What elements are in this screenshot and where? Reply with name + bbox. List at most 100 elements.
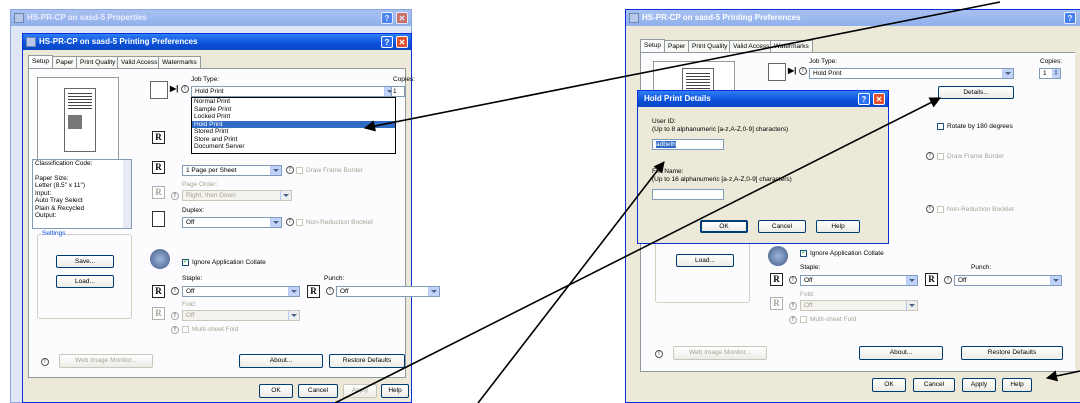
info-icon: ! xyxy=(789,302,797,310)
page-order-select[interactable]: Right, then Down xyxy=(182,190,292,201)
chevron-down-icon[interactable] xyxy=(288,287,299,296)
tab-watermarks[interactable]: Watermarks xyxy=(770,40,813,52)
copies-value: 1 xyxy=(393,88,397,95)
punch-select[interactable]: Off xyxy=(336,286,440,297)
info-icon: ! xyxy=(789,276,797,284)
details-button[interactable]: Details... xyxy=(938,86,1014,99)
file-name-hint: (Up to 16 alphanumeric [a-z,A-Z,0-9] cha… xyxy=(652,176,792,183)
dialog-ok-button[interactable]: OK xyxy=(700,220,748,233)
duplex-value: Off xyxy=(186,219,195,226)
tab-setup[interactable]: Setup xyxy=(640,39,665,52)
list-item: Auto Tray Select xyxy=(35,197,83,204)
help-icon[interactable]: ? xyxy=(1064,12,1076,24)
staple-label: Staple: xyxy=(182,275,203,282)
info-icon: ! xyxy=(326,287,334,295)
tab-setup[interactable]: Setup xyxy=(28,55,53,68)
help-button[interactable]: Help xyxy=(1002,378,1032,392)
chevron-down-icon[interactable] xyxy=(1002,69,1013,78)
close-icon[interactable]: ✕ xyxy=(873,93,885,105)
pages-per-sheet-select[interactable]: 1 Page per Sheet xyxy=(182,165,282,176)
load-button[interactable]: Load... xyxy=(56,275,114,288)
job-type-value: Hold Print xyxy=(813,70,842,77)
help-icon[interactable]: ? xyxy=(858,93,870,105)
draw-frame-border-label: Draw Frame Border xyxy=(947,153,1005,160)
left-preferences-titlebar: HS-PR-CP on sasd-5 Printing Preferences … xyxy=(23,34,411,50)
help-button[interactable]: Help xyxy=(381,384,409,398)
web-image-monitor-button[interactable]: Web Image Monitor... xyxy=(59,354,153,368)
multisheet-fold-checkbox[interactable] xyxy=(800,316,807,323)
dropdown-option-document-server[interactable]: Document Server xyxy=(192,143,395,151)
rotate-180-checkbox[interactable] xyxy=(937,123,944,130)
save-button[interactable]: Save... xyxy=(56,255,114,268)
file-name-input[interactable] xyxy=(652,189,724,200)
info-icon: ! xyxy=(926,205,934,213)
info-list[interactable]: Classification Code: Paper Size: Letter … xyxy=(32,159,132,229)
copies-input[interactable]: 1 xyxy=(1039,68,1061,79)
dialog-help-button[interactable]: Help xyxy=(816,220,860,233)
job-type-select[interactable]: Hold Print xyxy=(191,86,396,97)
dropdown-option-normal-print[interactable]: Normal Print xyxy=(192,98,395,106)
ok-button[interactable]: OK xyxy=(259,384,293,398)
chevron-down-icon[interactable] xyxy=(1050,276,1061,285)
cancel-button[interactable]: Cancel xyxy=(298,384,338,398)
fold-select[interactable]: Off xyxy=(182,310,300,321)
restore-defaults-button[interactable]: Restore Defaults xyxy=(329,354,405,368)
help-icon[interactable]: ? xyxy=(381,12,393,24)
dropdown-option-locked-print[interactable]: Locked Print xyxy=(192,113,395,121)
about-button[interactable]: About... xyxy=(859,346,943,360)
tab-valid-access[interactable]: Valid Access xyxy=(117,56,162,68)
draw-frame-border-checkbox[interactable] xyxy=(296,167,303,174)
cancel-button[interactable]: Cancel xyxy=(913,378,955,392)
scrollbar[interactable] xyxy=(123,160,131,228)
dialog-cancel-button[interactable]: Cancel xyxy=(758,220,806,233)
copies-input[interactable]: 1 xyxy=(391,86,405,97)
tab-valid-access[interactable]: Valid Access xyxy=(729,40,774,52)
hold-arrow-icon: ▶| xyxy=(170,84,179,93)
ignore-collate-checkbox[interactable] xyxy=(800,248,807,257)
job-type-select[interactable]: Hold Print xyxy=(809,68,1014,79)
tab-watermarks[interactable]: Watermarks xyxy=(158,56,201,68)
list-item: Classification Code: xyxy=(35,160,93,167)
duplex-select[interactable]: Off xyxy=(182,217,282,228)
chevron-down-icon[interactable] xyxy=(280,191,291,200)
restore-defaults-button[interactable]: Restore Defaults xyxy=(961,346,1063,360)
close-icon[interactable]: ✕ xyxy=(396,36,408,48)
tab-print-quality[interactable]: Print Quality xyxy=(76,56,120,68)
chevron-down-icon[interactable] xyxy=(288,311,299,320)
about-button[interactable]: About... xyxy=(239,354,323,368)
non-reduction-booklet-checkbox[interactable] xyxy=(296,219,303,226)
chevron-down-icon[interactable] xyxy=(270,166,281,175)
ok-button[interactable]: OK xyxy=(872,378,906,392)
web-image-monitor-button[interactable]: Web Image Monitor... xyxy=(673,346,767,360)
apply-button[interactable]: Apply xyxy=(343,384,377,398)
chevron-down-icon[interactable] xyxy=(906,276,917,285)
close-icon[interactable]: ✕ xyxy=(396,12,408,24)
tab-paper[interactable]: Paper xyxy=(664,40,690,52)
staple-select[interactable]: Off xyxy=(800,275,918,286)
job-type-dropdown-list[interactable]: Normal Print Sample Print Locked Print H… xyxy=(191,97,396,154)
chevron-down-icon[interactable] xyxy=(270,218,281,227)
fold-select[interactable]: Off xyxy=(800,300,918,311)
help-icon[interactable]: ? xyxy=(381,36,393,48)
ignore-collate-label: Ignore Application Collate xyxy=(810,250,884,257)
dropdown-option-hold-print[interactable]: Hold Print xyxy=(192,120,395,128)
ignore-collate-checkbox[interactable] xyxy=(182,257,189,266)
chevron-down-icon[interactable] xyxy=(428,287,439,296)
dropdown-option-store-and-print[interactable]: Store and Print xyxy=(192,136,395,144)
user-id-input[interactable]: adbeth xyxy=(652,139,724,150)
load-button[interactable]: Load... xyxy=(676,254,734,267)
chevron-down-icon[interactable] xyxy=(906,301,917,310)
tab-print-quality[interactable]: Print Quality xyxy=(688,40,732,52)
dropdown-option-stored-print[interactable]: Stored Print xyxy=(192,128,395,136)
multisheet-fold-checkbox[interactable] xyxy=(182,326,189,333)
draw-frame-border-checkbox[interactable] xyxy=(937,153,944,160)
punch-select[interactable]: Off xyxy=(954,275,1062,286)
non-reduction-booklet-checkbox[interactable] xyxy=(937,206,944,213)
copies-spinner[interactable] xyxy=(1052,69,1060,78)
staple-label: Staple: xyxy=(800,264,821,271)
apply-button[interactable]: Apply xyxy=(962,378,996,392)
dropdown-option-sample-print[interactable]: Sample Print xyxy=(192,106,395,114)
non-reduction-booklet-label: Non-Reduction Booklet xyxy=(306,219,373,226)
staple-select[interactable]: Off xyxy=(182,286,300,297)
tab-paper[interactable]: Paper xyxy=(52,56,78,68)
